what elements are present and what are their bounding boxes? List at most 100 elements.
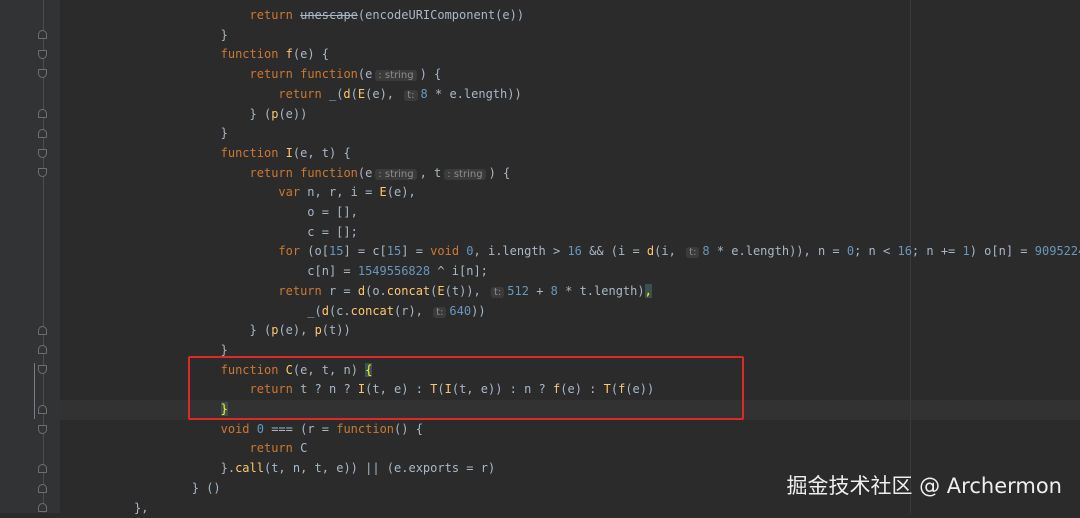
fold-toggle-icon[interactable] <box>38 50 47 59</box>
code-token: return <box>249 67 301 82</box>
code-line[interactable]: for (o[15] = c[15] = void 0, i.length > … <box>278 241 1080 261</box>
code-token: unescape <box>300 8 358 22</box>
code-token: (o[ <box>307 244 329 259</box>
fold-toggle-icon[interactable] <box>38 484 47 493</box>
fold-toggle-icon[interactable] <box>38 109 47 118</box>
code-token: concat <box>350 303 394 318</box>
code-token: 640 <box>449 303 472 318</box>
fold-toggle-icon[interactable] <box>38 365 47 374</box>
code-token: (r), <box>394 303 431 318</box>
code-line[interactable]: c = []; <box>307 222 358 242</box>
watermark: 掘金技术社区 @ Archermon <box>786 474 1062 498</box>
inlay-hint: t: <box>490 286 505 298</box>
code-token: (t)), <box>444 283 488 298</box>
code-token: function <box>220 145 286 160</box>
fold-toggle-icon[interactable] <box>38 503 47 512</box>
code-token: return <box>249 441 301 456</box>
code-line[interactable]: } <box>221 123 228 143</box>
code-token: } ( <box>249 323 272 338</box>
code-token: (i, <box>654 244 684 259</box>
code-token: 0 <box>256 421 264 436</box>
code-token: (e)) <box>278 106 308 121</box>
code-line[interactable]: function I(e, t) { <box>221 143 351 163</box>
code-line[interactable]: return function(e: string, t: string) { <box>250 163 511 183</box>
code-line[interactable]: return unescape(encodeURIComponent(e)) <box>250 5 525 25</box>
code-line[interactable]: } (p(e), p(t)) <box>250 320 351 340</box>
code-line[interactable]: return function(e: string) { <box>249 64 441 84</box>
code-token: C <box>300 441 308 456</box>
code-line[interactable]: } (p(e)) <box>250 104 308 124</box>
code-token: ; n < <box>854 244 898 259</box>
code-token: ( <box>350 86 358 101</box>
code-token: ) { <box>488 165 511 180</box>
code-token: } () <box>191 480 221 495</box>
code-token: 16 <box>897 244 912 259</box>
code-line[interactable]: void 0 === (r = function() { <box>221 419 423 439</box>
inlay-hint: : string <box>444 168 486 180</box>
code-token: 8 <box>420 86 428 101</box>
fold-toggle-icon[interactable] <box>38 69 47 78</box>
code-token: (e), <box>386 185 416 200</box>
code-line[interactable]: var n, r, i = E(e), <box>278 182 415 202</box>
code-token: (e, t) { <box>292 145 351 160</box>
code-token: return <box>278 283 329 298</box>
code-token: && (i = <box>581 244 647 259</box>
code-token: for <box>278 244 308 259</box>
code-token: () { <box>394 421 423 436</box>
code-line[interactable]: _(d(c.concat(r), t: 640)) <box>307 301 486 321</box>
fold-toggle-icon[interactable] <box>38 464 47 473</box>
code-token: (t)) <box>321 323 351 338</box>
code-line[interactable]: return _(d(E(e), t: 8 * e.length)) <box>278 84 522 104</box>
code-token: }, <box>134 500 149 515</box>
code-token: === (r = <box>263 421 337 436</box>
code-token: p <box>314 323 322 338</box>
code-line[interactable]: function f(e) { <box>221 44 329 64</box>
code-token: o = [], <box>307 205 358 219</box>
fold-toggle-icon[interactable] <box>38 326 47 335</box>
code-token: (o. <box>365 283 387 298</box>
annotation-highlight-box <box>188 356 744 420</box>
fold-toggle-icon[interactable] <box>38 405 47 414</box>
code-line[interactable]: o = [], <box>307 202 358 222</box>
inlay-hint: t: <box>686 247 700 259</box>
fold-toggle-icon[interactable] <box>38 425 47 434</box>
code-token: void <box>430 244 467 259</box>
code-line[interactable]: }, <box>134 498 148 518</box>
code-token: (e <box>357 165 373 180</box>
code-token: (encodeURIComponent(e)) <box>357 8 525 22</box>
code-line[interactable]: } () <box>192 478 221 498</box>
code-token: (e), <box>278 323 315 338</box>
code-token: _( <box>307 303 322 318</box>
inlay-hint: t: <box>404 89 418 101</box>
code-token: function <box>220 47 286 62</box>
code-token: * e.length)) <box>427 86 522 101</box>
code-token: E <box>437 283 445 298</box>
code-token: d <box>343 86 351 101</box>
code-token: ] = c[ <box>343 244 387 259</box>
code-token: (c. <box>328 303 351 318</box>
fold-toggle-icon[interactable] <box>38 30 47 39</box>
code-token: void <box>220 421 257 436</box>
fold-toggle-icon[interactable] <box>38 149 47 158</box>
code-token: 1549556828 <box>357 264 431 279</box>
code-line[interactable]: return C <box>250 438 308 458</box>
code-line[interactable]: } <box>221 25 228 45</box>
code-line[interactable]: c[n] = 1549556828 ^ i[n]; <box>307 261 488 281</box>
vcs-change-marker[interactable] <box>34 363 35 419</box>
code-line[interactable]: return r = d(o.concat(E(t)), t: 512 + 8 *… <box>278 281 652 301</box>
fold-toggle-icon[interactable] <box>38 129 47 138</box>
code-token: 15 <box>386 244 402 259</box>
fold-toggle-icon[interactable] <box>38 345 47 354</box>
code-line[interactable]: }.call(t, n, t, e)) || (e.exports = r) <box>221 458 496 478</box>
code-token: + <box>528 283 551 298</box>
code-token: * e.length)), n = <box>709 244 847 259</box>
inlay-hint: t: <box>433 306 447 318</box>
code-token: f <box>285 47 293 62</box>
code-token: ] = <box>401 244 431 259</box>
code-token: 16 <box>567 244 582 259</box>
code-token: I <box>285 145 293 160</box>
inlay-hint: : string <box>375 70 417 82</box>
inlay-hint: : string <box>375 168 417 180</box>
code-token: 15 <box>328 244 344 259</box>
fold-toggle-icon[interactable] <box>38 168 47 177</box>
